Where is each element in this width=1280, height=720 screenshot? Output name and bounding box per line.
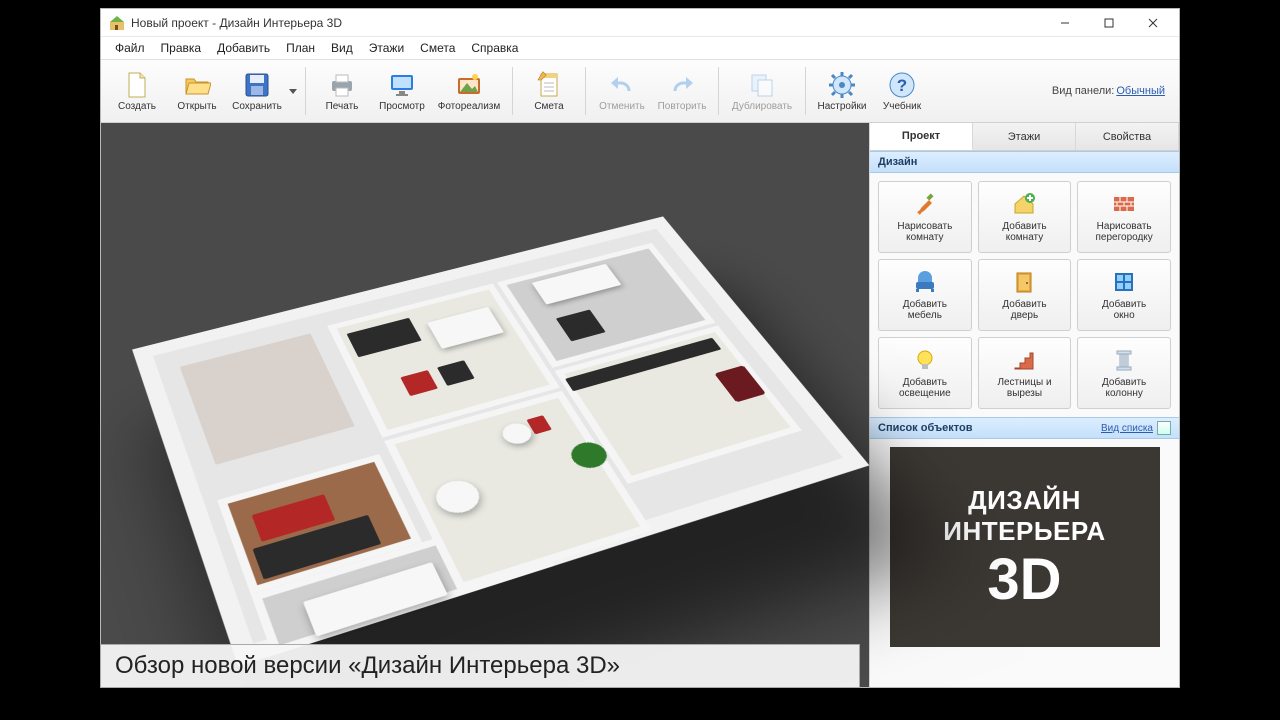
save-icon <box>242 70 272 100</box>
undo-button[interactable]: Отменить <box>592 62 652 120</box>
gear-icon <box>827 70 857 100</box>
monitor-icon <box>387 70 417 100</box>
menu-plan[interactable]: План <box>278 38 323 58</box>
settings-button[interactable]: Настройки <box>812 62 872 120</box>
design-section-header: Дизайн <box>870 151 1179 173</box>
menu-edit[interactable]: Правка <box>153 38 210 58</box>
app-icon <box>109 15 125 31</box>
add-door-button[interactable]: Добавитьдверь <box>978 259 1072 331</box>
menu-add[interactable]: Добавить <box>209 38 278 58</box>
objects-list-header: Список объектов Вид списка <box>870 417 1179 439</box>
add-column-button[interactable]: Добавитьколонну <box>1077 337 1171 409</box>
panel-mode: Вид панели: Обычный <box>1052 85 1173 97</box>
photorealism-button[interactable]: Фотореализм <box>432 62 506 120</box>
draw-room-button[interactable]: Нарисоватькомнату <box>878 181 972 253</box>
window-title: Новый проект - Дизайн Интерьера 3D <box>131 16 1043 30</box>
menu-file[interactable]: Файл <box>107 38 153 58</box>
tab-project[interactable]: Проект <box>870 123 973 150</box>
title-bar: Новый проект - Дизайн Интерьера 3D <box>101 9 1179 37</box>
menu-floors[interactable]: Этажи <box>361 38 412 58</box>
menu-bar: Файл Правка Добавить План Вид Этажи Смет… <box>101 37 1179 59</box>
window-icon <box>1111 269 1137 295</box>
svg-text:?: ? <box>897 76 907 95</box>
redo-icon <box>667 70 697 100</box>
print-button[interactable]: Печать <box>312 62 372 120</box>
tab-properties[interactable]: Свойства <box>1076 123 1179 150</box>
design-buttons: Нарисоватькомнату Добавитькомнату Нарисо… <box>870 173 1179 417</box>
menu-view[interactable]: Вид <box>323 38 361 58</box>
help-icon: ? <box>887 70 917 100</box>
photorealism-icon <box>454 70 484 100</box>
armchair-icon <box>912 269 938 295</box>
preview-button[interactable]: Просмотр <box>372 62 432 120</box>
toolbar: Создать Открыть Сохранить <box>101 59 1179 123</box>
list-view-link[interactable]: Вид списка <box>1101 423 1153 434</box>
add-window-button[interactable]: Добавитьокно <box>1077 259 1171 331</box>
panel-mode-link[interactable]: Обычный <box>1116 85 1165 97</box>
close-button[interactable] <box>1131 9 1175 37</box>
notepad-icon <box>534 70 564 100</box>
minimize-button[interactable] <box>1043 9 1087 37</box>
stairs-cutouts-button[interactable]: Лестницы ивырезы <box>978 337 1072 409</box>
product-logo: ДИЗАЙН ИНТЕРЬЕРА 3D <box>890 447 1160 647</box>
undo-icon <box>607 70 637 100</box>
3d-viewport[interactable] <box>101 123 869 687</box>
add-lighting-button[interactable]: Добавитьосвещение <box>878 337 972 409</box>
video-caption: Обзор новой версии «Дизайн Интерьера 3D» <box>100 644 860 688</box>
draw-wall-button[interactable]: Нарисоватьперегородку <box>1077 181 1171 253</box>
maximize-button[interactable] <box>1087 9 1131 37</box>
save-dropdown[interactable] <box>287 62 299 120</box>
new-button[interactable]: Создать <box>107 62 167 120</box>
side-tabs: Проект Этажи Свойства <box>870 123 1179 151</box>
stairs-icon <box>1011 347 1037 373</box>
lightbulb-icon <box>912 347 938 373</box>
add-furniture-button[interactable]: Добавитьмебель <box>878 259 972 331</box>
redo-button[interactable]: Повторить <box>652 62 712 120</box>
tab-floors[interactable]: Этажи <box>973 123 1076 150</box>
side-panel: Проект Этажи Свойства Дизайн Нарисоватьк… <box>869 123 1179 687</box>
duplicate-icon <box>747 70 777 100</box>
app-window: Новый проект - Дизайн Интерьера 3D Файл … <box>100 8 1180 688</box>
menu-help[interactable]: Справка <box>463 38 526 58</box>
menu-estimate[interactable]: Смета <box>412 38 463 58</box>
estimate-button[interactable]: Смета <box>519 62 579 120</box>
add-room-button[interactable]: Добавитькомнату <box>978 181 1072 253</box>
open-button[interactable]: Открыть <box>167 62 227 120</box>
new-file-icon <box>122 70 152 100</box>
printer-icon <box>327 70 357 100</box>
list-view-icon[interactable] <box>1157 421 1171 435</box>
duplicate-button[interactable]: Дублировать <box>725 62 799 120</box>
column-icon <box>1111 347 1137 373</box>
brush-icon <box>912 191 938 217</box>
floorplan-render <box>132 216 869 666</box>
room-plus-icon <box>1011 191 1037 217</box>
brick-wall-icon <box>1111 191 1137 217</box>
save-button[interactable]: Сохранить <box>227 62 287 120</box>
tutorial-button[interactable]: ? Учебник <box>872 62 932 120</box>
folder-open-icon <box>182 70 212 100</box>
door-icon <box>1011 269 1037 295</box>
